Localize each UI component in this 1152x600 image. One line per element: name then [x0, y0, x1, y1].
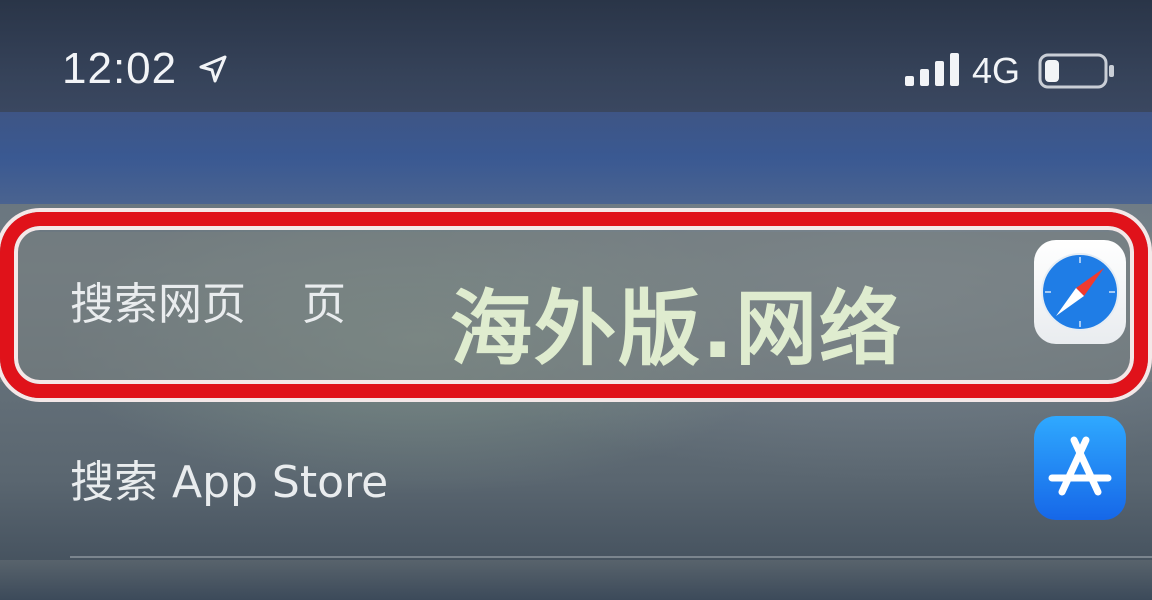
bottom-edge [0, 560, 1152, 600]
network-type-label: 4G [972, 50, 1021, 91]
watermark-text: 海外版.网络 [450, 282, 904, 377]
battery-icon [1038, 53, 1114, 89]
cellular-signal-icon [905, 53, 959, 86]
location-arrow-icon [199, 55, 227, 83]
status-time: 12:02 [62, 44, 178, 93]
row-divider [70, 556, 1152, 558]
search-header-band [0, 112, 1152, 204]
search-app-store-label: 搜索 App Store [70, 457, 389, 508]
status-bar: 12:02 4G [0, 0, 1152, 112]
app-store-app-icon[interactable] [1034, 416, 1126, 520]
phone-screen: 12:02 4G 搜索网页 页 搜索 App Store 海外版.网络 [0, 0, 1152, 600]
app-store-icon [1048, 436, 1112, 496]
